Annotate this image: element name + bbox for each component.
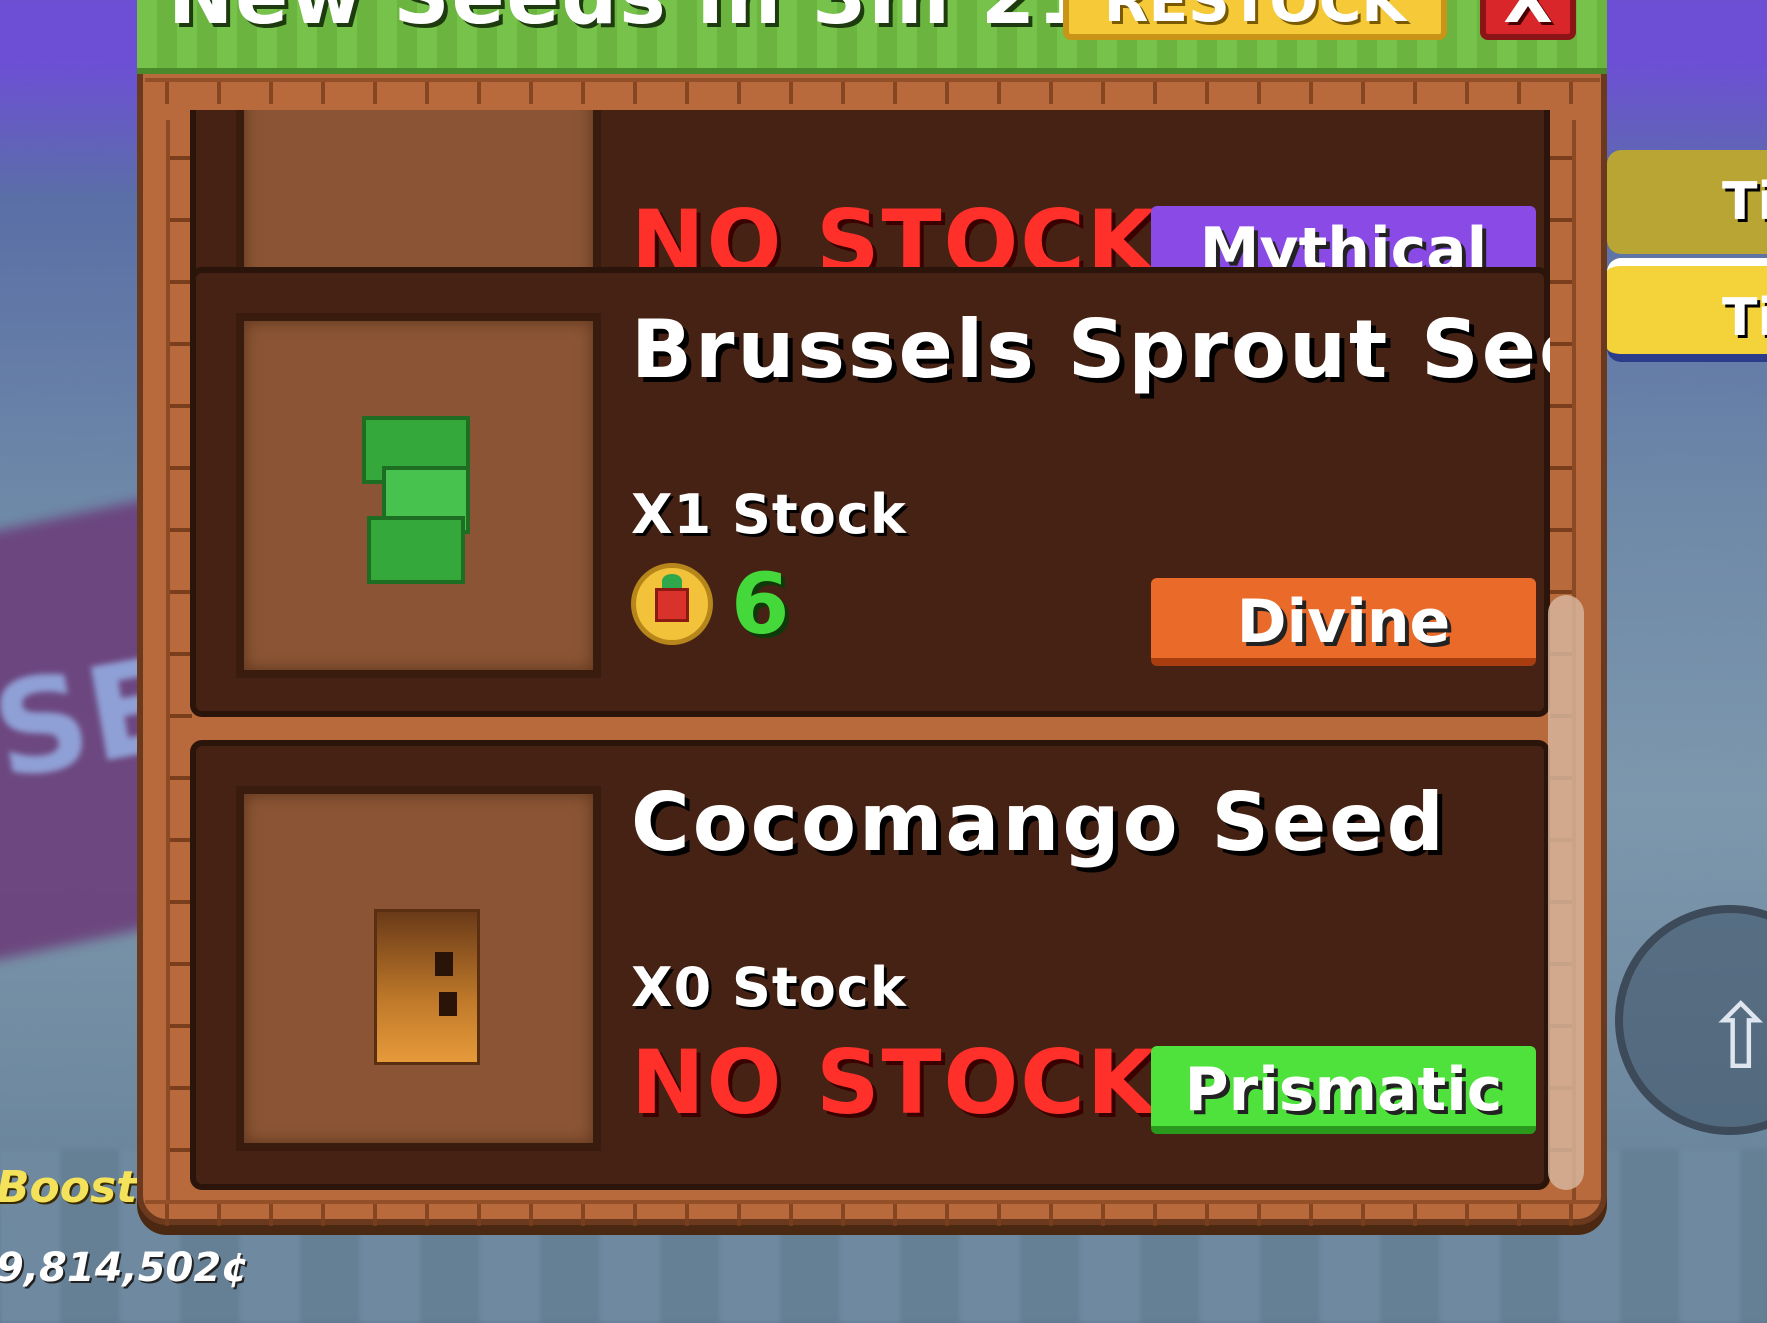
side-tab-1[interactable]: Ti — [1607, 150, 1767, 254]
cocomango-seed-icon — [374, 909, 480, 1065]
rarity-badge: Divine — [1151, 578, 1536, 666]
seed-card[interactable]: Cocomango Seed X0 Stock NO STOCK Prismat… — [190, 740, 1550, 1190]
seed-price: 6 — [731, 555, 790, 653]
brick-trim-bottom — [145, 1200, 1600, 1226]
close-button[interactable]: X — [1480, 0, 1576, 40]
seed-list[interactable]: NO STOCK Mythical Brussels Sprout Seed X… — [190, 110, 1550, 1195]
list-scrollbar[interactable] — [1548, 595, 1584, 1190]
brick-trim-top — [145, 78, 1600, 104]
restock-button[interactable]: RESTOCK — [1063, 0, 1447, 40]
brick-trim-left — [166, 120, 192, 1200]
seed-thumbnail — [236, 313, 601, 678]
restock-timer-title: New Seeds in 3m 21s — [168, 0, 1142, 42]
seed-thumbnail — [236, 786, 601, 1151]
seed-name: Cocomango Seed — [631, 776, 1447, 869]
brussels-sprout-seed-icon — [362, 416, 472, 586]
seed-name: Brussels Sprout Seed — [631, 303, 1550, 396]
boost-label: Boost: — [0, 1162, 155, 1213]
seed-card[interactable]: Brussels Sprout Seed X1 Stock 6 Divine — [190, 267, 1550, 717]
stock-count: X1 Stock — [631, 483, 907, 546]
rarity-badge: Prismatic — [1151, 1046, 1536, 1134]
money-counter: 9,814,502¢ — [0, 1245, 250, 1291]
no-stock-label: NO STOCK — [631, 1031, 1158, 1134]
sheckles-coin-icon — [631, 563, 713, 645]
up-arrow-icon: ⇧ — [1703, 985, 1767, 1090]
side-tab-2[interactable]: Ti — [1607, 258, 1767, 362]
stock-count: X0 Stock — [631, 956, 907, 1019]
jump-button[interactable]: ⇧ — [1615, 905, 1767, 1135]
